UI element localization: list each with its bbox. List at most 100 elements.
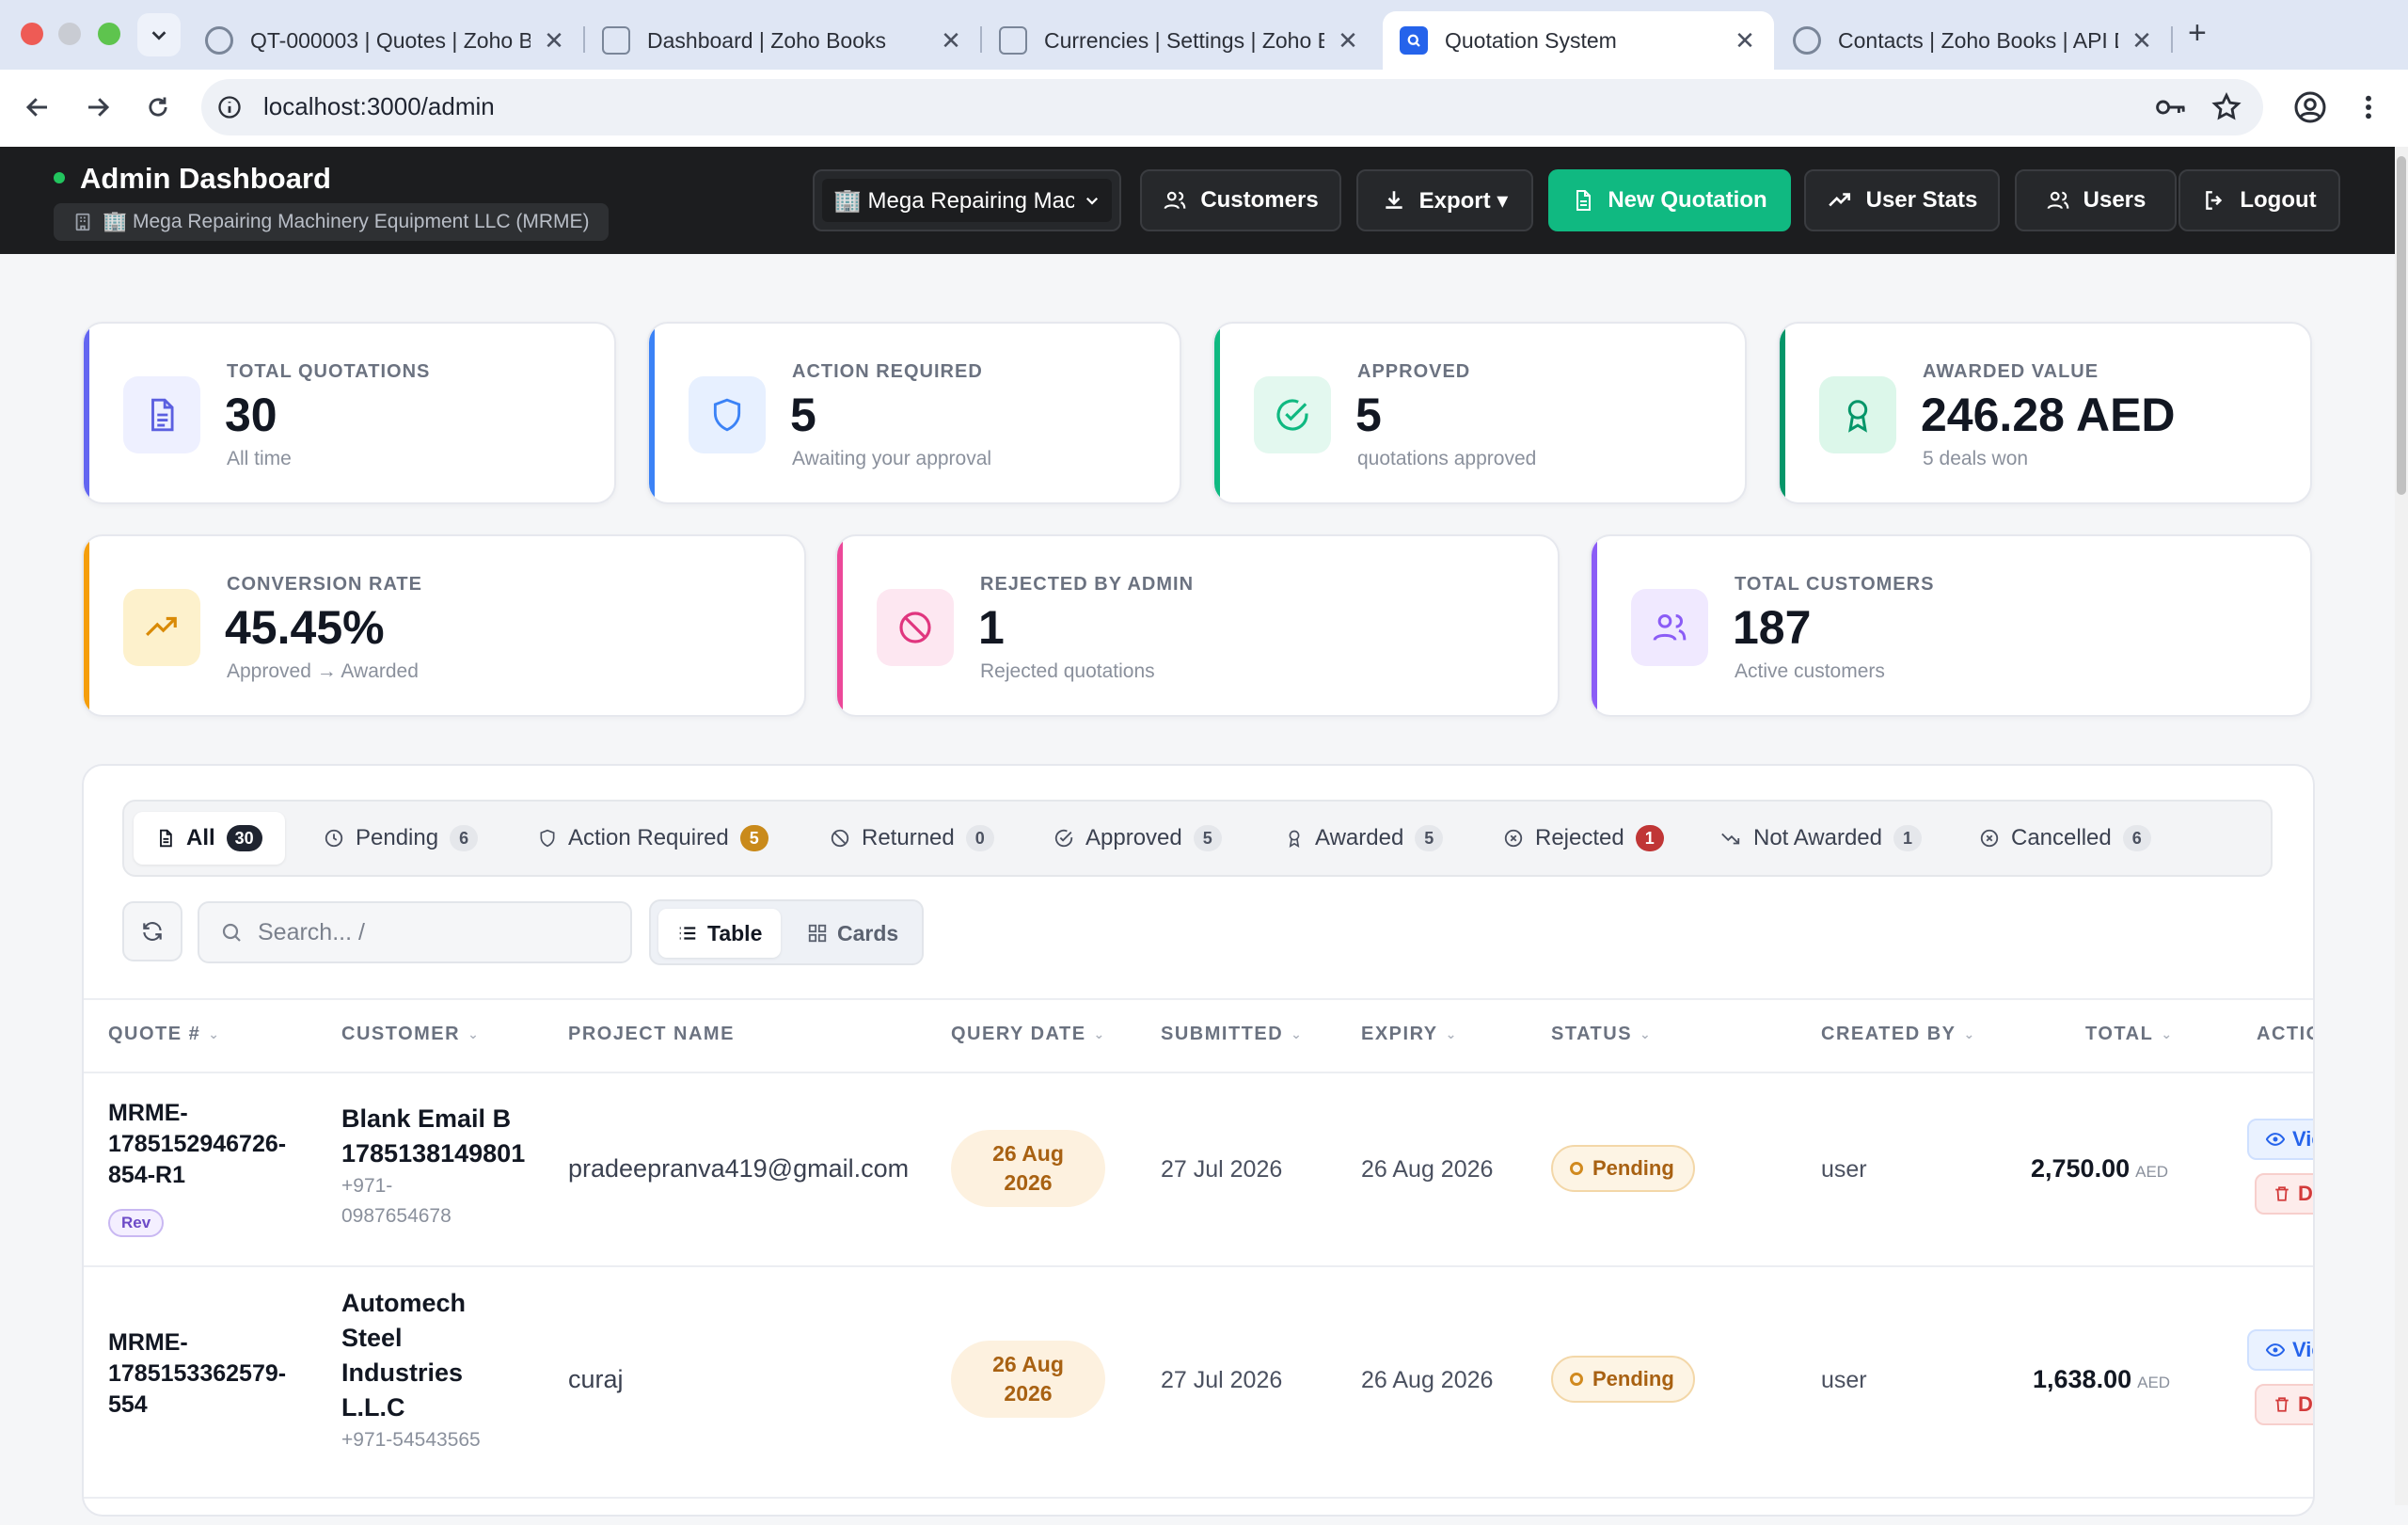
view-button[interactable]: View	[2247, 1119, 2313, 1160]
site-info-icon[interactable]	[216, 94, 243, 120]
document-icon	[1576, 190, 1592, 211]
document-icon	[151, 398, 174, 432]
stat-card-total-customers: TOTAL CUSTOMERS 187 Active customers	[1590, 534, 2312, 717]
shield-icon	[540, 829, 555, 848]
scrollbar-thumb[interactable]	[2397, 156, 2406, 495]
browser-tab-quotation-system[interactable]: Quotation System ✕	[1383, 11, 1774, 70]
refresh-button[interactable]	[122, 901, 182, 961]
customers-label: Customers	[1200, 187, 1319, 213]
reload-button[interactable]	[139, 88, 177, 126]
zoho-books-icon	[1793, 26, 1821, 55]
delete-label: Delete	[2298, 1392, 2313, 1416]
tab-close-icon[interactable]: ✕	[542, 26, 566, 56]
forward-button[interactable]	[79, 88, 117, 126]
quote-number[interactable]: MRME- 1785153362579- 554	[108, 1327, 286, 1421]
filter-tab-pending[interactable]: Pending 6	[324, 812, 479, 865]
filter-count-badge: 6	[2122, 825, 2151, 851]
stat-subtext: Active customers	[1735, 660, 1885, 682]
search-icon	[222, 923, 241, 942]
total-currency: AED	[2137, 1374, 2171, 1391]
filter-tab-action-required[interactable]: Action Required 5	[538, 812, 768, 865]
arrow-right-icon	[88, 98, 110, 117]
column-header-query-date[interactable]: QUERY DATE ⌄	[951, 1024, 1106, 1045]
browser-tab-quotes[interactable]: QT-000003 | Quotes | Zoho B ✕	[188, 11, 583, 70]
user-stats-label: User Stats	[1865, 187, 1978, 213]
sort-caret-icon: ⌄	[1445, 1026, 1458, 1041]
quote-number-line: 554	[108, 1391, 148, 1418]
back-button[interactable]	[19, 88, 56, 126]
card-accent	[1780, 324, 1785, 502]
bookmark-star-icon[interactable]	[2210, 91, 2242, 123]
quote-number[interactable]: MRME- 1785152946726- 854-R1	[108, 1098, 286, 1191]
new-tab-button[interactable]: +	[2188, 15, 2207, 52]
filter-label: Pending	[356, 825, 439, 850]
filter-tab-approved[interactable]: Approved 5	[1054, 812, 1222, 865]
page-scrollbar[interactable]	[2395, 147, 2408, 1505]
tab-close-icon[interactable]: ✕	[1336, 26, 1360, 56]
filter-tab-awarded[interactable]: Awarded 5	[1285, 812, 1444, 865]
column-header-customer[interactable]: CUSTOMER ⌄	[341, 1024, 480, 1045]
total-cell: 1,638.00 AED	[2033, 1365, 2170, 1394]
filter-tab-cancelled[interactable]: Cancelled 6	[1979, 812, 2151, 865]
table-row[interactable]: MRME- 1785153362579- 554 Automech Steel …	[84, 1267, 2313, 1497]
quotation-system-icon	[1400, 26, 1428, 55]
customers-button[interactable]: Customers	[1140, 169, 1341, 231]
filter-tab-all[interactable]: All 30	[134, 812, 285, 865]
tab-title: Contacts | Zoho Books | API D	[1838, 27, 2118, 53]
export-button[interactable]: Export ▾	[1356, 169, 1533, 231]
users-button[interactable]: Users	[2015, 169, 2177, 231]
view-table-button[interactable]: Table	[658, 909, 782, 958]
customer-phone: +971-	[341, 1175, 393, 1197]
new-quotation-button[interactable]: New Quotation	[1548, 169, 1791, 231]
profile-icon[interactable]	[2293, 90, 2327, 124]
tab-close-icon[interactable]: ✕	[1733, 26, 1757, 56]
tab-title: QT-000003 | Quotes | Zoho B	[250, 27, 531, 53]
x-circle-icon	[1504, 829, 1523, 848]
tab-search-button[interactable]	[137, 13, 181, 56]
users-icon	[1164, 191, 1186, 210]
address-bar[interactable]	[201, 79, 2263, 135]
company-select[interactable]: 🏢 Mega Repairing Mac	[813, 169, 1121, 231]
filter-label: Not Awarded	[1753, 825, 1882, 850]
table-row[interactable]: MRME- 1785152946726- 854-R1 Rev Blank Em…	[84, 1073, 2313, 1265]
quotations-table: QUOTE # ⌄ CUSTOMER ⌄ PROJECT NAME QUERY DA…	[84, 998, 2313, 1525]
card-accent	[1592, 536, 1597, 715]
search-input[interactable]: Search... /	[198, 901, 632, 963]
view-cards-button[interactable]: Cards	[788, 909, 917, 958]
table-divider	[84, 1497, 2313, 1499]
browser-tab-dashboard[interactable]: Dashboard | Zoho Books ✕	[585, 11, 980, 70]
delete-button[interactable]: Delete	[2255, 1384, 2313, 1425]
customer-name: Industries	[341, 1358, 464, 1387]
filter-label: Rejected	[1535, 825, 1624, 850]
tab-close-icon[interactable]: ✕	[939, 26, 963, 56]
column-header-created-by[interactable]: CREATED BY ⌄	[1821, 1024, 1976, 1045]
column-header-submitted[interactable]: SUBMITTED ⌄	[1161, 1024, 1303, 1045]
card-icon-box	[123, 376, 200, 453]
users-label: Users	[2083, 187, 2147, 213]
view-button[interactable]: View	[2247, 1329, 2313, 1371]
tab-close-icon[interactable]: ✕	[2130, 26, 2154, 56]
stat-card-awarded-value: AWARDED VALUE 246.28 AED 5 deals won	[1778, 322, 2312, 504]
logout-button[interactable]: Logout	[2178, 169, 2340, 231]
window-close-button[interactable]	[21, 23, 43, 45]
total-amount: 1,638.00	[2033, 1365, 2132, 1393]
filter-tab-rejected[interactable]: Rejected 1	[1503, 812, 1664, 865]
column-header-status[interactable]: STATUS ⌄	[1551, 1024, 1652, 1045]
browser-tab-currencies[interactable]: Currencies | Settings | Zoho B ✕	[982, 11, 1377, 70]
window-maximize-button[interactable]	[98, 23, 120, 45]
url-text[interactable]: localhost:3000/admin	[263, 92, 495, 121]
column-header-total[interactable]: TOTAL ⌄	[2085, 1024, 2174, 1045]
filter-tab-returned[interactable]: Returned 0	[830, 812, 994, 865]
column-header-expiry[interactable]: EXPIRY ⌄	[1361, 1024, 1458, 1045]
user-stats-button[interactable]: User Stats	[1804, 169, 2000, 231]
window-minimize-button[interactable]	[58, 23, 81, 45]
column-header-label: CUSTOMER	[341, 1024, 461, 1044]
key-icon[interactable]	[2154, 93, 2188, 121]
column-header-quote-no[interactable]: QUOTE # ⌄	[108, 1024, 221, 1045]
project-name: pradeepranva419@gmail.com	[568, 1154, 910, 1183]
quote-number-line: 1785153362579-	[108, 1360, 287, 1387]
filter-tab-not-awarded[interactable]: Not Awarded 1	[1719, 812, 1922, 865]
delete-button[interactable]: Delete	[2255, 1173, 2313, 1215]
browser-tab-contacts[interactable]: Contacts | Zoho Books | API D ✕	[1776, 11, 2171, 70]
more-vert-icon[interactable]	[2359, 92, 2378, 122]
